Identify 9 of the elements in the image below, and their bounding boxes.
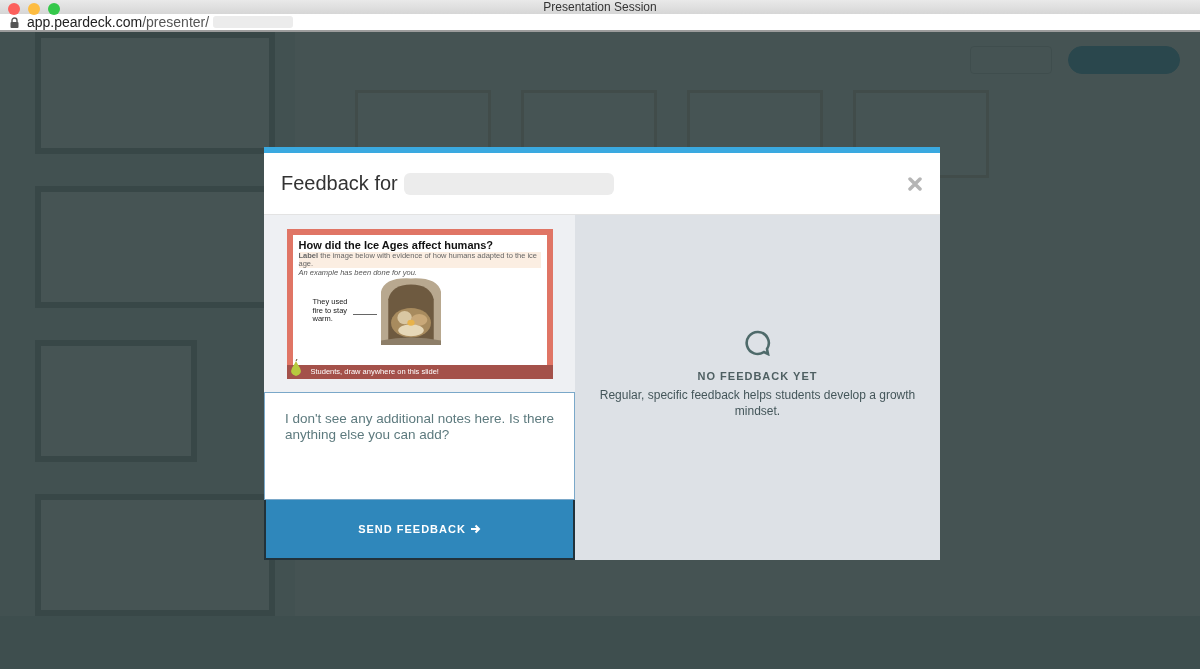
- window-title: Presentation Session: [543, 0, 657, 14]
- slide-title: How did the Ice Ages affect humans?: [298, 238, 495, 251]
- empty-text: Regular, specific feedback helps students develop a growth mindset.: [599, 387, 916, 420]
- url-text: app.peardeck.com/presenter/: [27, 14, 210, 30]
- send-feedback-button[interactable]: SEND FEEDBACK: [264, 500, 575, 560]
- address-bar[interactable]: app.peardeck.com/presenter/: [0, 14, 1200, 32]
- empty-heading: NO FEEDBACK YET: [697, 369, 818, 382]
- dialog-title: Feedback for: [281, 172, 398, 195]
- feedback-field[interactable]: I don't see any additional notes here. Is there anything else you can add?: [264, 392, 575, 500]
